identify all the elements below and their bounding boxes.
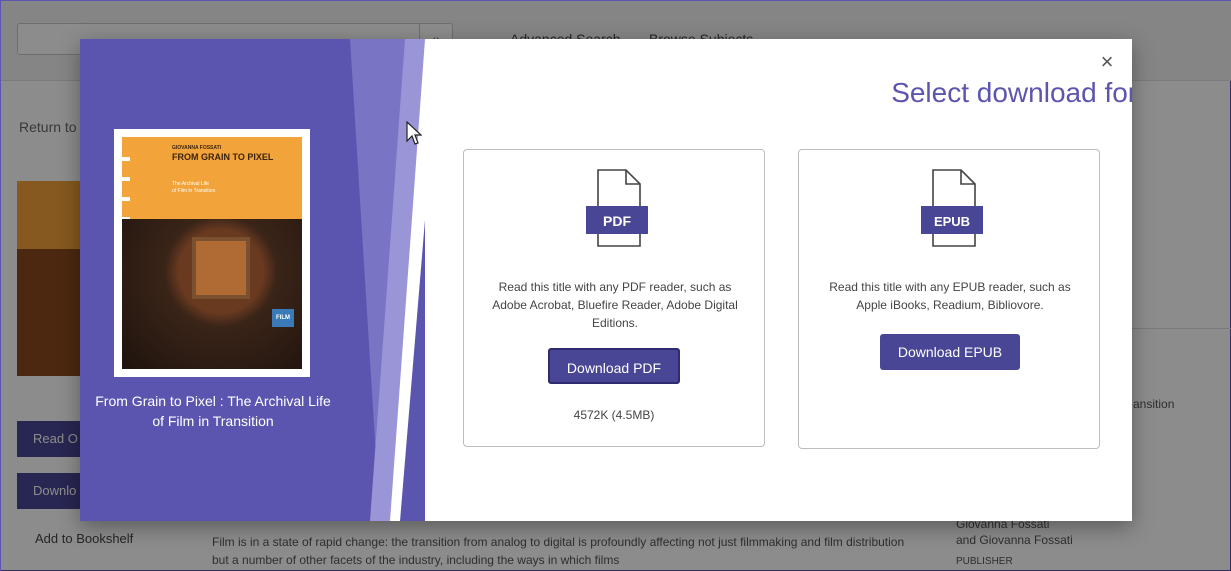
epub-description: Read this title with any EPUB reader, su…: [829, 280, 1071, 312]
modal-heading: Select download format: [891, 77, 1132, 108]
download-format-modal: GIOVANNA FOSSATI FROM GRAIN TO PIXEL The…: [80, 39, 1132, 521]
book-cover-image: GIOVANNA FOSSATI FROM GRAIN TO PIXEL The…: [122, 137, 302, 369]
svg-text:PDF: PDF: [603, 213, 631, 229]
pdf-format-card: PDF Read this title with any PDF reader,…: [463, 149, 765, 447]
svg-text:EPUB: EPUB: [934, 214, 970, 229]
cover-title: FROM GRAIN TO PIXEL: [172, 152, 274, 162]
download-epub-button[interactable]: Download EPUB: [880, 334, 1020, 370]
close-button[interactable]: ×: [1096, 51, 1118, 73]
cover-author: GIOVANNA FOSSATI: [172, 145, 222, 151]
pdf-file-size: 4572K (4.5MB): [573, 408, 655, 422]
download-pdf-button[interactable]: Download PDF: [548, 348, 680, 384]
modal-format-panel: × Select download format PDF Read this t…: [425, 39, 1132, 521]
epub-format-card: EPUB Read this title with any EPUB reade…: [798, 149, 1100, 449]
pdf-file-icon: PDF: [586, 169, 648, 247]
book-cover-frame: GIOVANNA FOSSATI FROM GRAIN TO PIXEL The…: [114, 129, 310, 377]
mouse-cursor-icon: [406, 121, 422, 145]
book-title: From Grain to Pixel : The Archival Life …: [95, 393, 331, 429]
cover-series-badge: FILM: [272, 309, 294, 327]
pdf-description: Read this title with any PDF reader, suc…: [492, 280, 738, 330]
epub-file-icon: EPUB: [921, 169, 983, 247]
cover-subtitle: The Archival Life of Film in Transition: [172, 181, 216, 194]
